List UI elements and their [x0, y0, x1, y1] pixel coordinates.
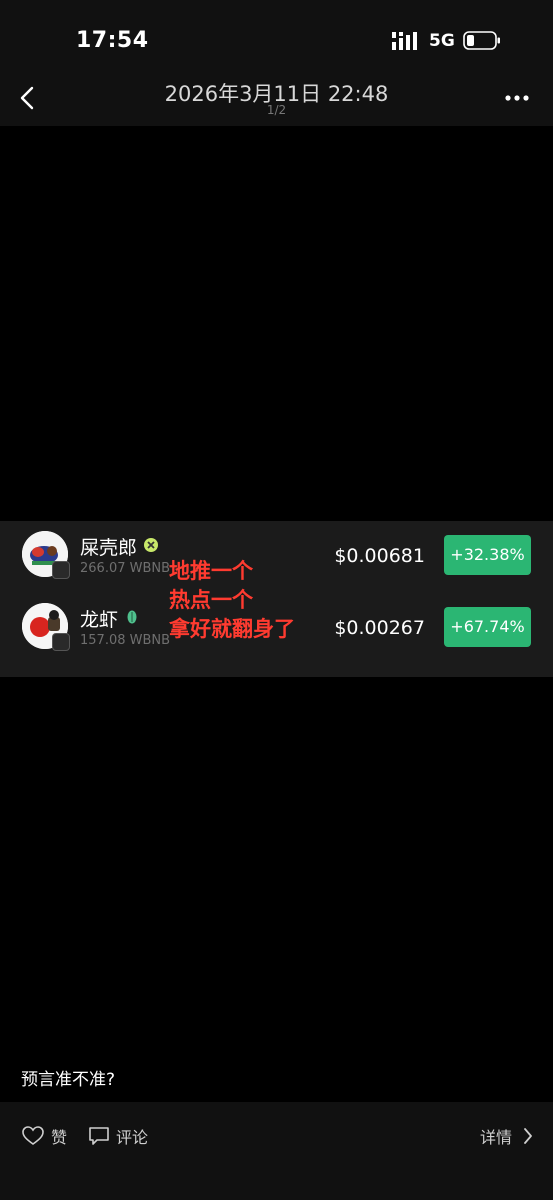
token-name: 屎壳郎 — [80, 537, 138, 559]
bottom-action-bar: 赞 评论 详情 — [0, 1102, 553, 1200]
annotation-line: 地推一个 — [169, 559, 253, 583]
like-label: 赞 — [51, 1128, 68, 1147]
details-button[interactable]: 详情 — [480, 1124, 540, 1148]
token-price: $0.00267 — [334, 617, 425, 639]
chevron-right-icon — [524, 1128, 532, 1144]
annotation-text: 地推一个 热点一个 拿好就翻身了 — [169, 557, 295, 644]
leaf-icon — [127, 610, 137, 624]
token-price: $0.00681 — [334, 545, 425, 567]
comment-icon — [89, 1127, 109, 1145]
verified-icon — [144, 538, 158, 552]
more-icon[interactable] — [500, 84, 534, 112]
network-type: 5G — [429, 31, 455, 51]
annotation-line: 拿好就翻身了 — [169, 617, 295, 641]
heart-icon — [22, 1126, 44, 1145]
like-button[interactable]: 赞 — [22, 1124, 82, 1148]
chain-badge-icon — [52, 561, 70, 579]
details-label: 详情 — [480, 1128, 513, 1147]
signal-icon — [392, 32, 417, 50]
token-name: 龙虾 — [80, 609, 119, 631]
status-time: 17:54 — [76, 28, 149, 53]
comment-button[interactable]: 评论 — [88, 1124, 158, 1148]
change-badge[interactable]: +67.74% — [444, 607, 531, 647]
post-caption: 预言准不准? — [21, 1070, 116, 1090]
chain-badge-icon — [52, 633, 70, 651]
status-bar: 17:54 5G — [0, 0, 553, 72]
token-amount: 266.07 WBNB — [80, 561, 171, 576]
comment-label: 评论 — [116, 1128, 149, 1147]
token-amount: 157.08 WBNB — [80, 633, 171, 648]
annotation-line: 热点一个 — [169, 588, 253, 612]
nav-bar: 2026年3月11日 22:48 1/2 — [0, 72, 553, 126]
battery-icon — [463, 31, 500, 50]
change-badge[interactable]: +32.38% — [444, 535, 531, 575]
page-indicator: 1/2 — [266, 103, 287, 117]
